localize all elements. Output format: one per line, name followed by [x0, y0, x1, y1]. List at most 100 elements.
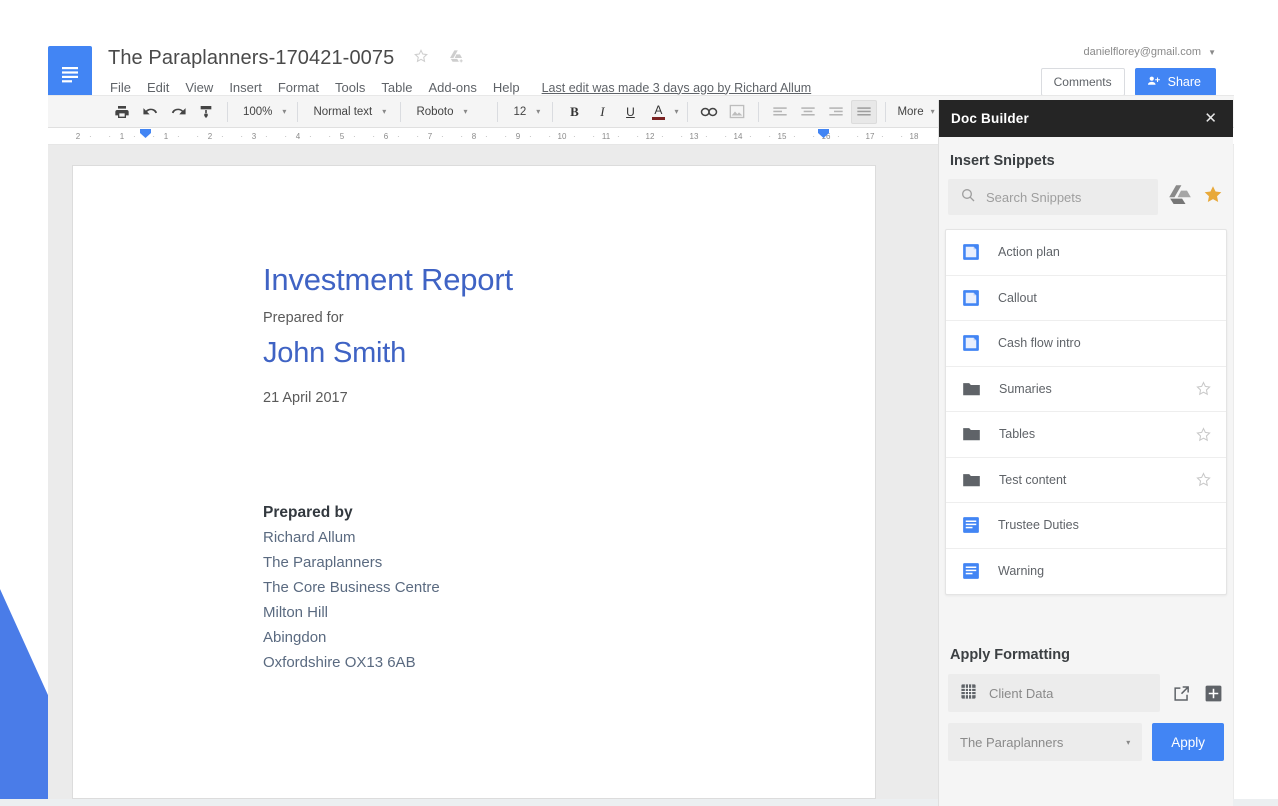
document-body: Investment Report Prepared for John Smit…	[73, 166, 875, 675]
apply-button[interactable]: Apply	[1152, 723, 1224, 761]
share-button[interactable]: Share	[1135, 68, 1216, 96]
address-line: Richard Allum	[263, 525, 875, 550]
more-toolbar-button[interactable]: More ▾	[897, 106, 934, 118]
snippet-label: Callout	[998, 291, 1212, 305]
font-family-select[interactable]: Roboto ▾	[408, 100, 490, 124]
template-select[interactable]: The Paraplanners ▾	[948, 723, 1142, 761]
address-line: Milton Hill	[263, 600, 875, 625]
last-edit-link[interactable]: Last edit was made 3 days ago by Richard…	[542, 81, 812, 95]
chevron-down-icon: ▼	[1208, 48, 1216, 57]
underline-button[interactable]: U	[617, 100, 643, 124]
search-input[interactable]	[986, 190, 1146, 205]
folder-icon	[962, 381, 981, 397]
paragraph-style-value: Normal text	[313, 106, 372, 118]
chevron-down-icon: ▾	[931, 107, 935, 116]
chevron-down-icon: ▾	[536, 107, 540, 116]
toolbar-divider	[552, 102, 553, 122]
snippet-list: Action plan Callout Cash flow intro Sumarie…	[945, 229, 1227, 595]
person-add-icon	[1146, 74, 1161, 91]
move-to-folder-icon[interactable]	[447, 48, 465, 69]
italic-label: I	[600, 104, 604, 120]
ruler-tick: 18	[892, 132, 936, 141]
zoom-value: 100%	[243, 106, 272, 118]
align-justify-icon[interactable]	[851, 100, 877, 124]
ruler-tick: 9	[496, 132, 540, 141]
prepared-for-label: Prepared for	[263, 308, 875, 328]
ruler-tick: 2	[188, 132, 232, 141]
account-email[interactable]: danielflorey@gmail.com ▼	[1083, 46, 1216, 58]
snippet-label: Cash flow intro	[998, 336, 1212, 350]
client-data-row: Client Data	[948, 674, 1224, 712]
snippet-label: Test content	[999, 473, 1195, 487]
toolbar-divider	[227, 102, 228, 122]
snippet-row[interactable]: Sumaries	[946, 367, 1226, 413]
toolbar-divider	[687, 102, 688, 122]
paint-format-icon[interactable]	[193, 100, 219, 124]
snippet-doc-icon	[962, 243, 980, 261]
paragraph-style-select[interactable]: Normal text ▾	[305, 100, 393, 124]
ruler-tick: 15	[760, 132, 804, 141]
google-docs-window: The Paraplanners-170421-0075 File Edit V	[48, 32, 1234, 799]
page-title[interactable]: The Paraplanners-170421-0075	[108, 46, 394, 70]
title-block: The Paraplanners-170421-0075	[108, 46, 465, 70]
address-line: Oxfordshire OX13 6AB	[263, 650, 875, 675]
template-row: The Paraplanners ▾ Apply	[948, 723, 1224, 761]
open-external-icon[interactable]	[1170, 682, 1192, 704]
address-line: Abingdon	[263, 625, 875, 650]
snippet-row[interactable]: Trustee Duties	[946, 503, 1226, 549]
ruler-tick: 7	[408, 132, 452, 141]
snippet-row[interactable]: Action plan	[946, 230, 1226, 276]
ruler-tick: 3	[232, 132, 276, 141]
snippet-row[interactable]: Test content	[946, 458, 1226, 504]
italic-button[interactable]: I	[589, 100, 615, 124]
plus-icon[interactable]	[1202, 682, 1224, 704]
snippet-label: Warning	[998, 564, 1212, 578]
text-color-caret[interactable]: ▾	[672, 100, 680, 124]
search-box[interactable]	[948, 179, 1158, 215]
snippet-list-icon	[962, 562, 980, 580]
ruler-tick: 1	[100, 132, 144, 141]
search-row	[945, 179, 1227, 215]
text-color-label: A	[654, 104, 662, 116]
document-page[interactable]: Investment Report Prepared for John Smit…	[72, 165, 876, 799]
close-icon[interactable]: ✕	[1200, 109, 1221, 128]
chevron-down-icon: ▾	[464, 107, 468, 116]
undo-icon[interactable]	[137, 100, 163, 124]
snippet-row[interactable]: Callout	[946, 276, 1226, 322]
zoom-select[interactable]: 100% ▾	[235, 100, 290, 124]
star-outline-icon[interactable]	[413, 48, 429, 69]
star-outline-icon[interactable]	[1195, 426, 1212, 443]
snippet-row[interactable]: Tables	[946, 412, 1226, 458]
text-color-button[interactable]: A	[645, 100, 671, 124]
snippet-list-icon	[962, 516, 980, 534]
snippet-label: Sumaries	[999, 382, 1195, 396]
align-right-icon[interactable]	[823, 100, 849, 124]
insert-image-icon[interactable]	[724, 100, 750, 124]
snippet-row[interactable]: Warning	[946, 549, 1226, 595]
client-data-field[interactable]: Client Data	[948, 674, 1160, 712]
star-filled-icon[interactable]	[1202, 184, 1224, 210]
comments-button[interactable]: Comments	[1041, 68, 1125, 96]
client-name: John Smith	[263, 334, 875, 372]
bold-button[interactable]: B	[561, 100, 587, 124]
snippet-row[interactable]: Cash flow intro	[946, 321, 1226, 367]
chevron-down-icon: ▾	[1126, 738, 1130, 747]
ruler-tick: 13	[672, 132, 716, 141]
star-outline-icon[interactable]	[1195, 380, 1212, 397]
screen-root: The Paraplanners-170421-0075 File Edit V	[0, 0, 1278, 806]
star-outline-icon[interactable]	[1195, 471, 1212, 488]
font-size-select[interactable]: 12 ▾	[505, 100, 545, 124]
link-icon[interactable]	[696, 100, 722, 124]
align-center-icon[interactable]	[795, 100, 821, 124]
google-drive-icon[interactable]	[1168, 184, 1192, 211]
font-size-value: 12	[513, 106, 526, 118]
snippet-doc-icon	[962, 334, 980, 352]
print-icon[interactable]	[109, 100, 135, 124]
prepared-by-label: Prepared by	[263, 500, 875, 525]
ruler-tick: 17	[848, 132, 892, 141]
chevron-down-icon: ▾	[382, 107, 386, 116]
align-left-icon[interactable]	[767, 100, 793, 124]
redo-icon[interactable]	[165, 100, 191, 124]
snippet-label: Trustee Duties	[998, 518, 1212, 532]
font-family-value: Roboto	[416, 106, 453, 118]
